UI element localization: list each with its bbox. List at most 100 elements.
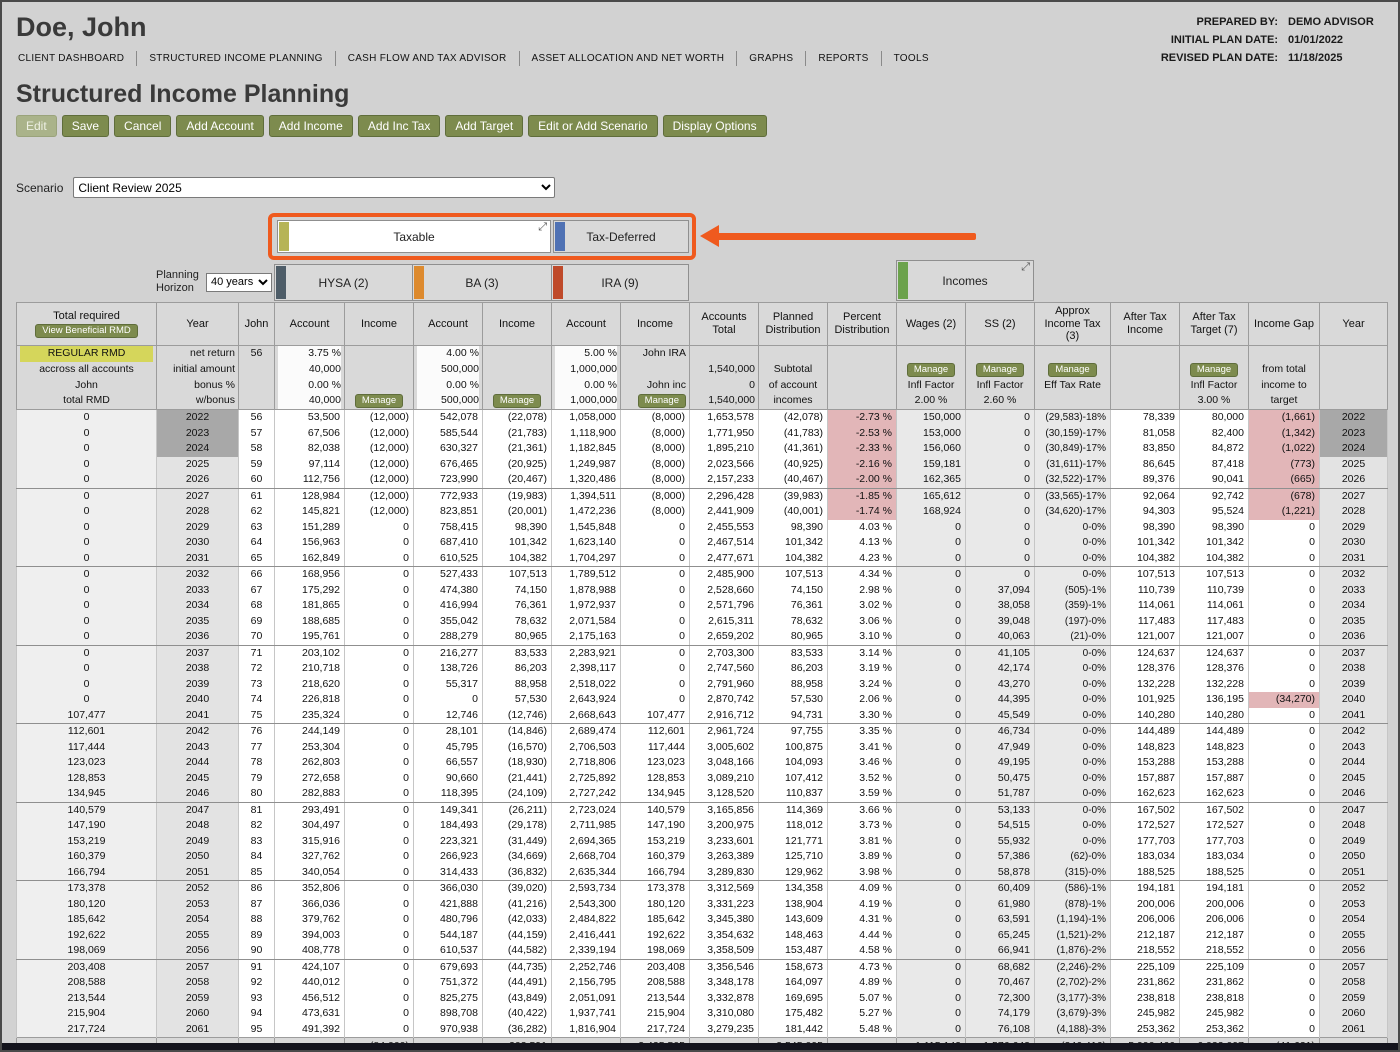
manage-button[interactable]: Manage	[1189, 362, 1239, 377]
subheader-line: bonus %	[194, 378, 235, 391]
group-ba[interactable]: BA (3)	[412, 264, 552, 301]
add-inc-tax-button[interactable]: Add Inc Tax	[357, 115, 441, 137]
cell: 134,945	[16, 786, 157, 803]
cell: 2026	[156, 472, 239, 489]
group-ira[interactable]: IRA (9)	[551, 264, 689, 301]
cell: -2.53 %	[827, 425, 897, 442]
add-income-button[interactable]: Add Income	[268, 115, 353, 137]
cell: 95,524	[1179, 504, 1249, 520]
table-row: 0 2036 70 195,761 0 288,279 80,965 2,175,163 0 2,…	[16, 629, 1388, 646]
cell: 112,756	[274, 472, 345, 489]
cell: 177,703	[1110, 833, 1180, 850]
subheader-line	[348, 378, 410, 394]
nav-item-client-dashboard[interactable]: CLIENT DASHBOARD	[16, 51, 136, 66]
cell: 0	[620, 676, 690, 693]
nav-item-reports[interactable]: REPORTS	[805, 51, 880, 66]
cell: 3,331,223	[689, 896, 759, 913]
cancel-button[interactable]: Cancel	[114, 115, 172, 137]
cell: 71	[238, 645, 275, 662]
cell: 0	[344, 896, 414, 913]
cell: 0-0%	[1034, 519, 1111, 536]
view-beneficial-rmd-button[interactable]: View Beneficial RMD	[35, 324, 138, 339]
subheader-line: 4.00 %	[417, 345, 479, 362]
cell: (773)	[1248, 456, 1320, 473]
meta-label: PREPARED BY:	[1196, 16, 1279, 28]
nav-item-structured-income-planning[interactable]: STRUCTURED INCOME PLANNING	[136, 51, 334, 66]
resize-icon[interactable]: ⤢	[1021, 261, 1030, 274]
table-row: 0 2025 59 97,114 (12,000) 676,465 (20,925) 1,24…	[16, 456, 1388, 473]
subheader-cell: Manage	[344, 344, 414, 411]
cell: 2024	[156, 441, 239, 457]
resize-icon[interactable]: ⤢	[538, 221, 547, 234]
cell: 84,872	[1179, 441, 1249, 457]
table-row: 0 2039 73 218,620 0 55,317 88,958 2,518,022 0 2,7…	[16, 676, 1388, 693]
cell: 4.31 %	[827, 912, 897, 928]
cell: 5.27 %	[827, 1006, 897, 1022]
cell: 3,233,601	[689, 833, 759, 850]
cell: 173,378	[16, 880, 157, 897]
subheader-cell: Manage Eff Tax Rate	[1034, 344, 1111, 411]
subheader-line: initial amount	[173, 362, 235, 375]
cell: 0	[1248, 975, 1320, 991]
cell: 57	[238, 425, 275, 442]
cell: 212,187	[1179, 927, 1249, 944]
cell: 72,300	[965, 990, 1035, 1007]
nav-item-asset-allocation-and-net-worth[interactable]: ASSET ALLOCATION AND NET WORTH	[518, 51, 737, 66]
edit-or-add-scenario-button[interactable]: Edit or Add Scenario	[528, 115, 658, 137]
tab-tax-deferred[interactable]: Tax-Deferred	[553, 220, 689, 253]
nav-item-cash-flow-and-tax-advisor[interactable]: CASH FLOW AND TAX ADVISOR	[334, 51, 519, 66]
planning-horizon-label: Planning Horizon	[156, 269, 199, 294]
cell: -1.74 %	[827, 504, 897, 520]
subheader-line	[831, 362, 893, 378]
cell: 2,283,921	[551, 645, 621, 662]
scenario-select[interactable]: Client Review 2025	[73, 177, 556, 198]
cell: 0	[344, 723, 414, 740]
manage-button[interactable]: Manage	[975, 362, 1025, 377]
cell: 3.89 %	[827, 849, 897, 865]
save-button[interactable]: Save	[61, 115, 110, 137]
meta-value: 11/18/2025	[1288, 52, 1343, 64]
cell: 59	[238, 456, 275, 473]
cell: 3.41 %	[827, 739, 897, 756]
cell: 416,994	[413, 598, 483, 614]
column-header-john-2: John	[238, 302, 275, 346]
column-header-label: Account	[289, 317, 330, 330]
manage-button[interactable]: Manage	[637, 394, 686, 409]
subheader-line	[486, 362, 548, 378]
manage-button[interactable]: Manage	[1048, 362, 1097, 377]
cell: 138,726	[413, 661, 483, 677]
cell: 0-0%	[1034, 645, 1111, 662]
table-row: 107,477 2041 75 235,324 0 12,746 (12,746) 2,668…	[16, 707, 1388, 725]
column-header-wages-2-12: Wages (2)	[896, 302, 966, 346]
cell: 208,588	[16, 975, 157, 991]
planning-horizon-select[interactable]: 40 years	[206, 272, 272, 292]
cell: 0	[1248, 582, 1320, 599]
cell: 266,923	[413, 849, 483, 865]
add-account-button[interactable]: Add Account	[176, 115, 264, 137]
cell: 82,038	[274, 441, 345, 457]
manage-button[interactable]: Manage	[492, 394, 542, 409]
cell: 0	[1248, 535, 1320, 551]
subheader-line: John	[75, 378, 98, 391]
display-options-button[interactable]: Display Options	[662, 115, 767, 137]
cell: 0-0%	[1034, 802, 1111, 819]
edit-button[interactable]: Edit	[16, 115, 57, 137]
cell: 162,849	[274, 550, 345, 568]
cell: 2030	[1319, 535, 1388, 551]
group-incomes[interactable]: Incomes ⤢	[896, 260, 1034, 301]
manage-button[interactable]: Manage	[354, 394, 404, 409]
table-row: 173,378 2052 86 352,806 0 366,030 (39,020) 2,59…	[16, 880, 1388, 897]
manage-button[interactable]: Manage	[906, 362, 956, 377]
add-target-button[interactable]: Add Target	[445, 115, 524, 137]
cell: 585,544	[413, 425, 483, 442]
cell: 0-0%	[1034, 692, 1111, 708]
cell: 206,006	[1110, 912, 1180, 928]
nav-item-tools[interactable]: TOOLS	[880, 51, 941, 66]
cell: 2046	[156, 786, 239, 803]
tab-taxable[interactable]: Taxable ⤢	[277, 220, 551, 253]
cell: (665)	[1248, 472, 1320, 489]
nav-item-graphs[interactable]: GRAPHS	[736, 51, 805, 66]
group-hysa[interactable]: HYSA (2)	[274, 264, 413, 301]
cell: 0	[344, 550, 414, 568]
cell: 162,365	[896, 472, 966, 489]
